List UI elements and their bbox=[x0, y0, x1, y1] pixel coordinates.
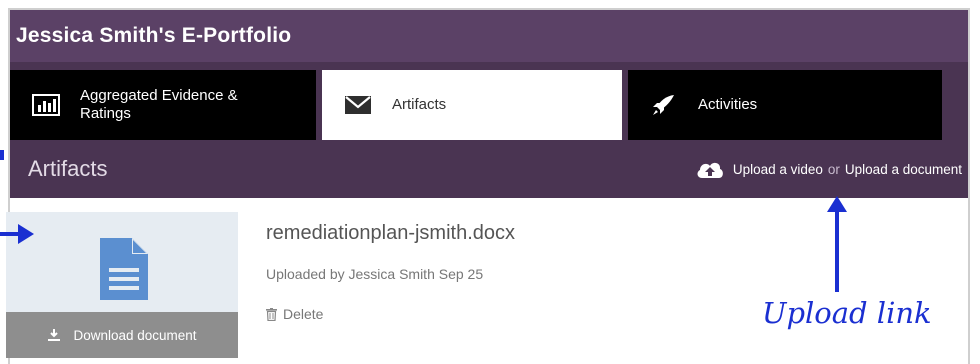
download-label: Download document bbox=[73, 327, 197, 343]
trash-icon bbox=[266, 307, 277, 321]
tab-bar: Aggregated Evidence & Ratings Artifacts … bbox=[10, 62, 968, 140]
annotation-arrow-right-icon bbox=[0, 224, 34, 244]
upload-video-link[interactable]: Upload a video bbox=[733, 162, 823, 177]
portfolio-title: Jessica Smith's E-Portfolio bbox=[16, 24, 292, 47]
portfolio-header: Jessica Smith's E-Portfolio bbox=[10, 10, 968, 62]
cloud-upload-icon bbox=[697, 162, 723, 178]
annotation-label: Upload link bbox=[762, 296, 932, 330]
bar-chart-icon bbox=[32, 94, 60, 116]
rocket-icon bbox=[653, 95, 674, 115]
artifact-uploaded-by: Uploaded by Jessica Smith Sep 25 bbox=[266, 266, 484, 282]
download-icon bbox=[48, 329, 61, 341]
artifact-thumbnail[interactable]: Download document bbox=[6, 212, 238, 358]
artifact-file-name[interactable]: remediationplan-jsmith.docx bbox=[266, 222, 515, 245]
tab-label: Aggregated Evidence & Ratings bbox=[80, 87, 238, 122]
tab-activities[interactable]: Activities bbox=[628, 70, 942, 140]
section-title: Artifacts bbox=[28, 156, 108, 181]
delete-label: Delete bbox=[283, 306, 324, 322]
annotation-arrow-up-icon bbox=[827, 196, 847, 292]
or-separator: or bbox=[827, 161, 840, 177]
tab-artifacts[interactable]: Artifacts bbox=[322, 70, 622, 140]
tab-label: Activities bbox=[698, 96, 758, 113]
section-bar: Artifacts Upload a video or Upload a doc… bbox=[10, 140, 968, 198]
tab-label: Artifacts bbox=[392, 96, 447, 113]
delete-artifact-link[interactable]: Delete bbox=[266, 306, 323, 322]
upload-controls: Upload a video or Upload a document bbox=[695, 140, 962, 198]
download-document-button[interactable]: Download document bbox=[6, 312, 238, 358]
tab-aggregated-evidence[interactable]: Aggregated Evidence & Ratings bbox=[10, 70, 316, 140]
envelope-icon bbox=[345, 96, 371, 114]
document-icon bbox=[100, 238, 148, 300]
annotation-mark bbox=[0, 150, 4, 160]
upload-document-link[interactable]: Upload a document bbox=[845, 162, 962, 177]
